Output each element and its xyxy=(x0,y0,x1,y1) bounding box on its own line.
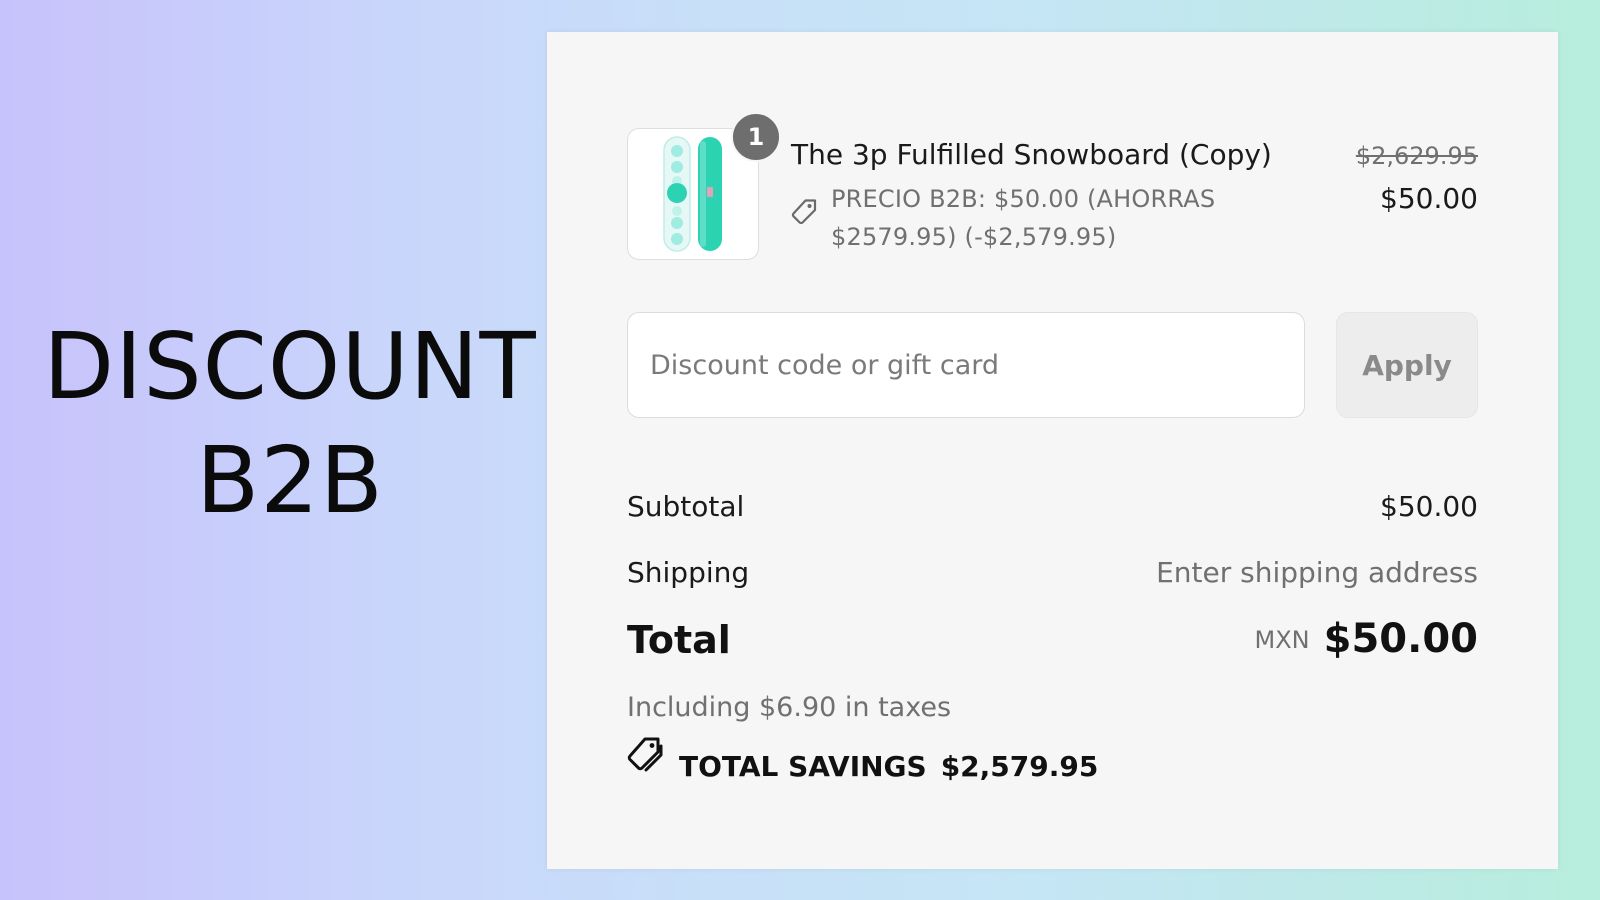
order-summary-panel: 1 The 3p Fulfilled Snowboard (Copy) PREC… xyxy=(547,32,1558,869)
original-price: $2,629.95 xyxy=(1355,142,1478,170)
shipping-label: Shipping xyxy=(627,556,750,589)
savings-value: $2,579.95 xyxy=(940,750,1099,783)
apply-button[interactable]: Apply xyxy=(1336,312,1478,418)
subtotal-value: $50.00 xyxy=(1380,490,1478,523)
total-savings: TOTAL SAVINGS $2,579.95 xyxy=(679,750,1098,783)
quantity-badge: 1 xyxy=(731,112,781,162)
promo-line-b2b: B2B xyxy=(196,427,384,534)
total-value: $50.00 xyxy=(1323,616,1478,662)
currency-code: MXN xyxy=(1254,626,1310,654)
total-amount: MXN $50.00 xyxy=(1255,616,1478,662)
promo-line-discount: DISCOUNT xyxy=(43,313,537,420)
tag-icon xyxy=(791,199,817,225)
line-price: $50.00 xyxy=(1380,182,1478,215)
savings-tag-icon xyxy=(627,737,663,772)
discount-code-input[interactable] xyxy=(627,312,1305,418)
savings-label: TOTAL SAVINGS xyxy=(679,750,927,783)
product-name: The 3p Fulfilled Snowboard (Copy) xyxy=(791,138,1272,171)
shipping-value: Enter shipping address xyxy=(1156,556,1478,589)
discount-description: PRECIO B2B: $50.00 (AHORRAS $2579.95) (-… xyxy=(831,185,1216,251)
promo-headline: DISCOUNT B2B xyxy=(40,310,540,538)
total-label: Total xyxy=(627,618,731,662)
taxes-note: Including $6.90 in taxes xyxy=(627,692,952,723)
subtotal-label: Subtotal xyxy=(627,490,745,523)
